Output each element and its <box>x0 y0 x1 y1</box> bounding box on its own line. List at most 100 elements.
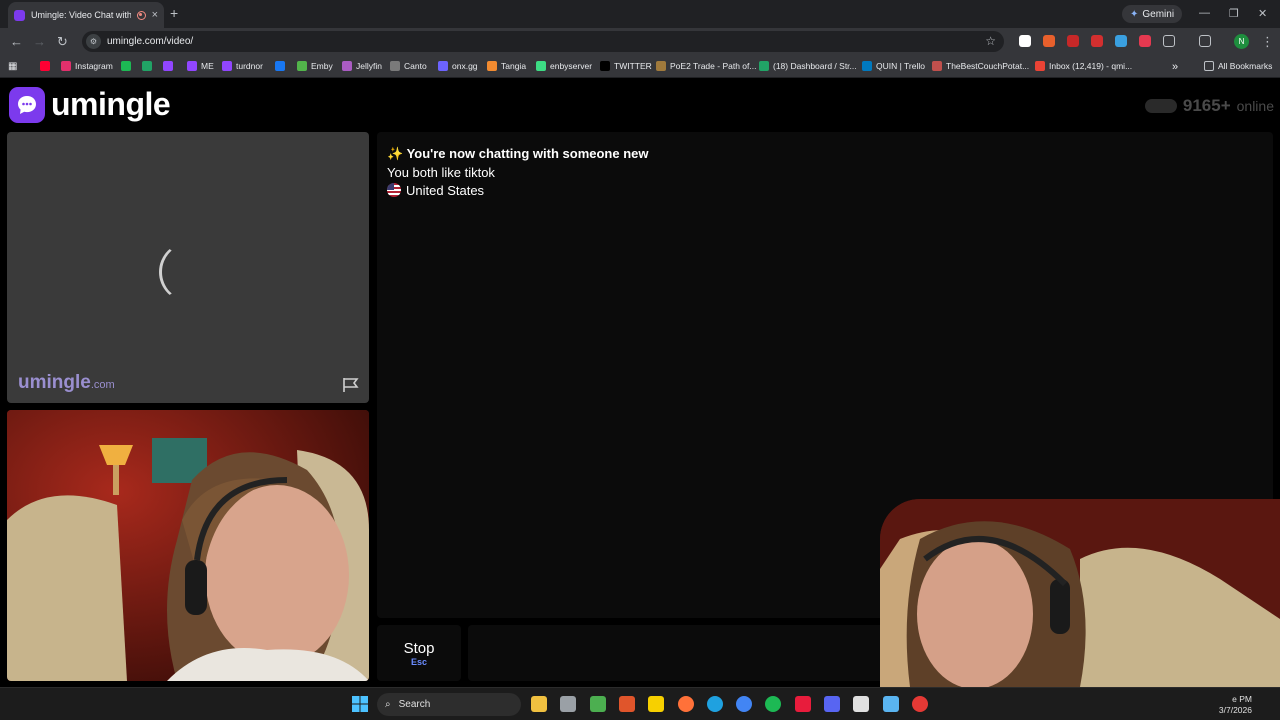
folder-icon <box>1204 61 1214 71</box>
bookmark-favicon-icon <box>600 61 610 71</box>
bookmark-label: ME <box>201 61 214 71</box>
minimize-icon[interactable]: — <box>1199 7 1210 19</box>
common-interests-message: You both like tiktok <box>387 165 495 180</box>
bookmark-favicon-icon <box>759 61 769 71</box>
bookmark-item[interactable]: enbyserver <box>536 61 592 71</box>
taskbar-search-box[interactable]: ⌕ Search <box>377 693 521 716</box>
bookmark-label: TheBestCouchPotat... <box>946 61 1030 71</box>
sticky-notes-icon[interactable] <box>648 696 665 712</box>
steam-icon[interactable] <box>853 696 870 712</box>
forward-arrow-icon[interactable]: → <box>33 34 46 49</box>
extension-k-icon[interactable] <box>1019 35 1031 47</box>
close-window-icon[interactable]: ✕ <box>1258 7 1267 20</box>
bookmark-favicon-icon <box>656 61 666 71</box>
stop-shortcut-key: Esc <box>410 656 427 667</box>
gemini-button[interactable]: ✦ Gemini <box>1122 5 1183 23</box>
file-explorer-icon[interactable] <box>531 696 547 712</box>
record-app-icon[interactable] <box>911 696 928 712</box>
bookmark-label: PoE2 Trade - Path of... <box>670 61 757 71</box>
bookmark-item[interactable]: ME <box>187 61 214 71</box>
extension-red-icon[interactable] <box>1067 35 1079 47</box>
apps-grid-icon[interactable]: ▦ <box>8 61 17 72</box>
system-clock[interactable]: e PM 3/7/2026 <box>1219 694 1252 716</box>
media-app-icon[interactable] <box>589 696 606 712</box>
browser-tab-umingle[interactable]: Umingle: Video Chat with S × <box>8 2 164 28</box>
report-flag-icon[interactable] <box>342 377 360 393</box>
game-app-icon[interactable] <box>618 696 635 712</box>
bookmark-favicon-icon <box>275 61 285 71</box>
bookmarks-overflow-icon[interactable]: » <box>1172 61 1178 73</box>
spotify-icon[interactable] <box>765 696 782 712</box>
bookmark-favicon-icon <box>390 61 400 71</box>
restore-icon[interactable]: ❐ <box>1229 7 1239 20</box>
pip-feed-image <box>880 499 1280 687</box>
stop-button[interactable]: Stop Esc <box>377 625 461 681</box>
bookmark-favicon-icon <box>1035 61 1045 71</box>
bookmark-item[interactable] <box>275 61 285 71</box>
bookmark-label: TWITTER <box>614 61 652 71</box>
url-bar[interactable]: ⚙ umingle.com/video/ ☆ <box>82 31 1004 52</box>
umingle-favicon-icon <box>14 9 25 21</box>
bookmark-label: enbyserver <box>550 61 593 71</box>
extension-fox-icon[interactable] <box>1043 35 1055 47</box>
extension-youtube-icon[interactable] <box>1091 35 1103 47</box>
extensions-puzzle-icon[interactable] <box>1163 35 1175 47</box>
side-panel-icon[interactable] <box>1199 35 1211 47</box>
bookmark-item[interactable] <box>121 61 131 71</box>
red-app-icon[interactable] <box>794 696 811 712</box>
notepad-icon[interactable] <box>882 696 899 712</box>
bookmark-item[interactable]: onx.gg <box>438 61 478 71</box>
new-tab-button[interactable]: + <box>170 5 178 21</box>
discord-icon[interactable] <box>824 696 840 712</box>
bookmark-item[interactable]: Canto <box>390 61 427 71</box>
umingle-logo[interactable]: umingle <box>9 86 171 123</box>
bookmark-item[interactable]: QUIN | Trello <box>862 61 925 71</box>
bookmark-item[interactable] <box>40 61 50 71</box>
pip-camera-overlay[interactable] <box>880 499 1280 687</box>
stranger-video-panel: umingle.com <box>7 132 369 403</box>
bookmark-label: QUIN | Trello <box>876 61 925 71</box>
reload-icon[interactable]: ↻ <box>57 34 68 50</box>
bookmark-label: onx.gg <box>452 61 478 71</box>
bookmark-item[interactable]: TheBestCouchPotat... <box>932 61 1029 71</box>
bookmark-item[interactable]: Tangia <box>487 61 526 71</box>
loading-spinner-icon <box>159 242 219 302</box>
chrome-icon[interactable] <box>736 696 753 712</box>
bookmark-label: (18) Dashboard / Str... <box>773 61 857 71</box>
bookmark-item[interactable]: turdnor <box>222 61 263 71</box>
umingle-page: umingle 9165+ online umingle.com ✨ You'r… <box>0 79 1280 687</box>
extension-pink-icon[interactable] <box>1139 35 1151 47</box>
tab-close-icon[interactable]: × <box>152 9 158 21</box>
bookmark-item[interactable]: Emby <box>297 61 333 71</box>
bookmark-favicon-icon <box>487 61 497 71</box>
bookmark-favicon-icon <box>862 61 872 71</box>
theme-toggle[interactable] <box>1144 99 1177 113</box>
bookmark-item[interactable] <box>163 61 173 71</box>
bookmark-item[interactable]: TWITTER <box>600 61 652 71</box>
bookmark-star-icon[interactable]: ☆ <box>985 34 996 48</box>
us-flag-icon <box>387 183 401 197</box>
country-message: United States <box>387 183 484 198</box>
menu-kebab-icon[interactable]: ⋮ <box>1261 34 1274 50</box>
profile-avatar[interactable]: N <box>1234 34 1249 49</box>
bookmark-item[interactable]: Inbox (12,419) - qmi... <box>1035 61 1132 71</box>
bookmark-item[interactable]: (18) Dashboard / Str... <box>759 61 857 71</box>
bookmark-item[interactable] <box>142 61 152 71</box>
back-arrow-icon[interactable]: ← <box>10 34 23 49</box>
bookmark-favicon-icon <box>536 61 546 71</box>
all-bookmarks-button[interactable]: All Bookmarks <box>1204 61 1272 71</box>
clock-app-icon[interactable] <box>560 696 577 712</box>
chat-message-input[interactable] <box>468 625 898 681</box>
site-info-icon[interactable]: ⚙ <box>86 34 101 49</box>
gemini-sparkle-icon: ✦ <box>1130 8 1139 20</box>
online-indicator: 9165+ online <box>1144 96 1274 116</box>
bookmark-item[interactable]: Jellyfin <box>342 61 382 71</box>
bookmark-item[interactable]: PoE2 Trade - Path of... <box>656 61 756 71</box>
extension-blue-icon[interactable] <box>1115 35 1127 47</box>
online-label: online <box>1236 98 1274 114</box>
bookmark-label: Jellyfin <box>356 61 382 71</box>
windows-start-icon[interactable] <box>352 696 368 712</box>
firefox-icon[interactable] <box>677 696 694 712</box>
bookmark-item[interactable]: Instagram <box>61 61 113 71</box>
edge-icon[interactable] <box>706 696 723 712</box>
